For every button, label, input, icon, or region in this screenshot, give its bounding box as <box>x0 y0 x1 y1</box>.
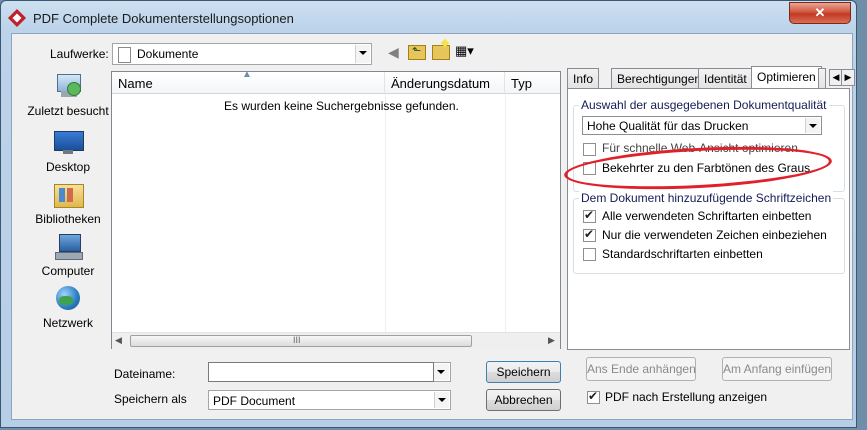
place-desktop[interactable]: Desktop <box>24 130 112 174</box>
network-icon <box>53 286 83 312</box>
pdf-app-icon <box>7 8 27 28</box>
window-title: PDF Complete Dokumenterstellungsoptionen <box>33 11 294 26</box>
file-list[interactable]: Name ▲ Änderungsdatum Typ Es wurden kein… <box>111 69 561 349</box>
show-pdf-label: PDF nach Erstellung anzeigen <box>605 390 768 404</box>
column-header-name[interactable]: Name ▲ <box>112 69 385 94</box>
place-recent[interactable]: Zuletzt besucht <box>24 74 112 118</box>
empty-results-message: Es wurden keine Suchergebnisse gefunden. <box>224 99 459 113</box>
embed-all-fonts-checkbox[interactable] <box>583 208 596 223</box>
location-value: Dokumente <box>137 47 199 61</box>
filename-history-dropdown[interactable] <box>434 362 451 382</box>
tab-optimize[interactable]: Optimieren <box>751 66 822 88</box>
tab-permissions[interactable]: Berechtigungen <box>611 68 708 88</box>
location-dropdown[interactable]: Dokumente <box>112 43 372 65</box>
column-header-type[interactable]: Typ <box>505 72 560 94</box>
place-label: Netzwerk <box>42 316 93 330</box>
append-end-button[interactable]: Ans Ende anhängen <box>586 357 696 381</box>
standard-fonts-checkbox[interactable] <box>583 248 596 261</box>
view-menu-icon[interactable]: ▦▾ <box>455 43 474 59</box>
close-button[interactable]: ✕ <box>789 2 851 24</box>
desktop-icon <box>53 130 84 156</box>
computer-icon <box>53 234 83 260</box>
filename-input[interactable] <box>208 362 434 382</box>
column-header-date[interactable]: Änderungsdatum <box>385 72 505 94</box>
new-folder-icon[interactable] <box>432 38 450 60</box>
place-label: Bibliotheken <box>35 212 101 226</box>
tab-info[interactable]: Info <box>567 68 600 88</box>
dialog-window: PDF Complete Dokumenterstellungsoptionen… <box>0 0 857 428</box>
quality-value: Hohe Qualität für das Drucken <box>587 119 749 133</box>
web-view-checkbox[interactable] <box>583 143 596 156</box>
optimize-tab-panel: Auswahl der ausgegebenen Dokumentqualitä… <box>567 88 850 350</box>
save-as-label: Speichern als <box>114 392 187 406</box>
embed-all-fonts-label: Alle verwendeten Schriftarten einbetten <box>602 209 812 223</box>
scrollbar-thumb[interactable]: III <box>130 335 472 347</box>
place-label: Desktop <box>45 160 91 174</box>
place-label: Computer <box>41 264 95 278</box>
place-libraries[interactable]: Bibliotheken <box>24 182 112 226</box>
show-pdf-checkbox[interactable] <box>587 389 600 404</box>
fonts-group: Dem Dokument hinzuzufügende Schriftzeich… <box>573 191 845 274</box>
drives-label: Laufwerke: <box>50 47 109 61</box>
title-bar[interactable]: PDF Complete Dokumenterstellungsoptionen… <box>1 1 858 33</box>
up-folder-icon[interactable]: ⬑ <box>408 45 426 60</box>
subset-fonts-label: Nur die verwendeten Zeichen einbeziehen <box>602 228 827 242</box>
save-button[interactable]: Speichern <box>486 361 561 383</box>
fonts-group-title: Dem Dokument hinzuzufügende Schriftzeich… <box>579 191 834 205</box>
save-as-value: PDF Document <box>213 394 296 408</box>
subset-fonts-checkbox[interactable] <box>583 227 596 242</box>
horizontal-scrollbar[interactable]: ◀ III ▶ <box>112 332 560 349</box>
tab-overflow <box>818 68 826 88</box>
document-folder-icon <box>118 47 131 63</box>
scroll-left-icon[interactable]: ◀ <box>115 335 122 346</box>
quality-dropdown[interactable]: Hohe Qualität für das Drucken <box>582 116 822 135</box>
chevron-down-icon[interactable] <box>805 118 820 133</box>
place-label: Zuletzt besucht <box>27 104 109 118</box>
recent-places-icon <box>53 74 83 100</box>
save-as-dropdown[interactable]: PDF Document <box>208 390 451 410</box>
standard-fonts-label: Standardschriftarten einbetten <box>602 247 763 261</box>
back-arrow-icon[interactable]: ◀ <box>388 44 399 61</box>
insert-start-button[interactable]: Am Anfang einfügen <box>722 357 832 381</box>
libraries-icon <box>53 182 84 208</box>
chevron-down-icon[interactable] <box>355 45 370 63</box>
tab-scroll-right-icon[interactable]: ▶ <box>841 69 855 86</box>
place-network[interactable]: Netzwerk <box>24 286 112 330</box>
place-computer[interactable]: Computer <box>24 234 112 278</box>
dialog-client-area: Laufwerke: Dokumente ◀ ⬑ ▦▾ Zuletzt besu… <box>11 33 855 420</box>
chevron-down-icon[interactable] <box>434 364 449 380</box>
cancel-button[interactable]: Abbrechen <box>486 389 561 411</box>
chevron-down-icon[interactable] <box>434 392 449 408</box>
quality-group-title: Auswahl der ausgegebenen Dokumentqualitä… <box>579 98 829 112</box>
sort-ascending-icon: ▲ <box>242 69 252 80</box>
filename-label: Dateiname: <box>114 367 176 381</box>
tab-identity[interactable]: Identität <box>698 68 753 88</box>
scroll-right-icon[interactable]: ▶ <box>548 335 555 346</box>
